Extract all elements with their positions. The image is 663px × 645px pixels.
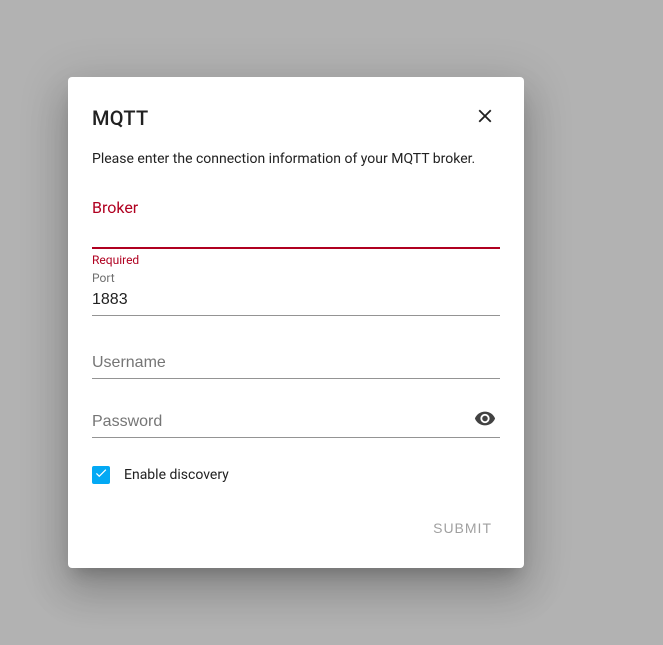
username-input[interactable] [92, 344, 500, 379]
port-label: Port [92, 271, 500, 285]
close-button[interactable] [470, 101, 500, 134]
enable-discovery-checkbox[interactable] [92, 466, 110, 484]
enable-discovery-label[interactable]: Enable discovery [124, 467, 229, 483]
enable-discovery-row: Enable discovery [92, 466, 500, 484]
broker-input[interactable] [92, 219, 500, 249]
password-input[interactable] [92, 403, 500, 438]
broker-field: Broker Required [92, 198, 500, 267]
port-field: Port [92, 271, 500, 316]
username-field [92, 344, 500, 379]
toggle-password-visibility-button[interactable] [470, 404, 500, 437]
port-input[interactable] [92, 287, 500, 316]
dialog-title: MQTT [92, 106, 148, 130]
broker-error-text: Required [92, 253, 500, 267]
mqtt-config-dialog: MQTT Please enter the connection informa… [68, 77, 524, 568]
eye-icon [474, 408, 496, 433]
dialog-description: Please enter the connection information … [92, 150, 500, 170]
broker-label: Broker [92, 198, 500, 217]
dialog-actions: SUBMIT [92, 512, 500, 544]
checkmark-icon [94, 465, 108, 484]
dialog-header: MQTT [92, 101, 500, 134]
close-icon [474, 105, 496, 130]
password-field [92, 403, 500, 438]
submit-button[interactable]: SUBMIT [425, 512, 500, 544]
